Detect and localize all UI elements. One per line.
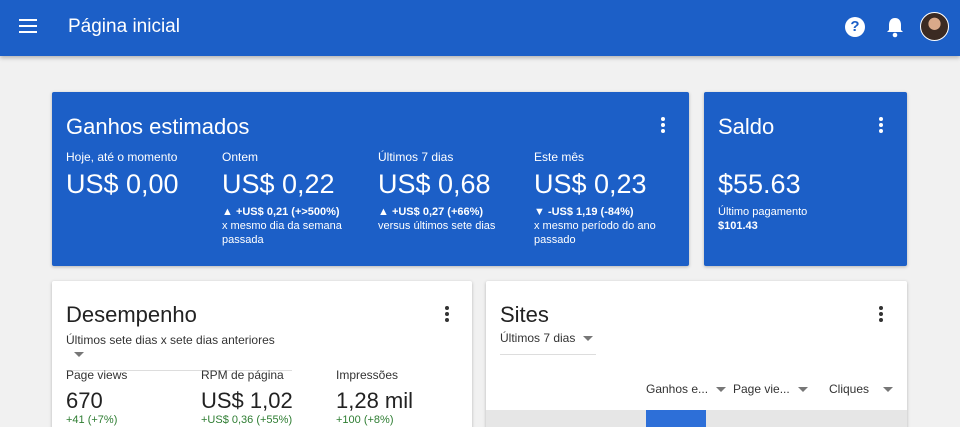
app-bar: Página inicial ? bbox=[0, 0, 960, 56]
column-header-page-views[interactable]: Page vie... bbox=[733, 382, 808, 396]
earnings-value-today: US$ 0,00 bbox=[66, 169, 179, 199]
earnings-delta-month: ▼ -US$ 1,19 (-84%) x mesmo período do ano… bbox=[534, 206, 656, 246]
metric-label-rpm: RPM de página bbox=[201, 368, 284, 382]
metric-value-impressions: 1,28 mil bbox=[336, 388, 414, 413]
metric-value-rpm: US$ 1,02 bbox=[201, 388, 293, 413]
earnings-label-month: Este mês bbox=[534, 150, 585, 164]
sites-range-select[interactable]: Últimos 7 dias bbox=[500, 331, 596, 355]
metric-delta-impressions: +100 (+8%) bbox=[336, 414, 394, 426]
chevron-down-icon bbox=[74, 352, 84, 358]
earnings-label-today: Hoje, até o momento bbox=[66, 150, 178, 164]
column-header-earnings[interactable]: Ganhos e... bbox=[646, 382, 727, 396]
page-title: Página inicial bbox=[68, 16, 180, 37]
performance-card: Desempenho Últimos sete dias x sete dias… bbox=[52, 281, 472, 427]
more-options-icon[interactable] bbox=[879, 306, 883, 322]
earnings-delta-7days: ▲ +US$ 0,27 (+66%) versus últimos sete di… bbox=[378, 206, 496, 232]
more-options-icon[interactable] bbox=[445, 306, 449, 322]
selected-column-indicator bbox=[646, 410, 706, 427]
metric-label-impressions: Impressões bbox=[336, 368, 399, 382]
metric-delta-page-views: +41 (+7%) bbox=[66, 414, 118, 426]
chevron-down-icon bbox=[797, 387, 808, 393]
column-header-clicks[interactable]: Cliques bbox=[829, 382, 894, 396]
bell-icon[interactable] bbox=[885, 16, 905, 38]
metric-label-page-views: Page views bbox=[66, 368, 128, 382]
chevron-down-icon bbox=[883, 387, 894, 393]
earnings-delta-yesterday: ▲ +US$ 0,21 (+>500%) x mesmo dia da seman… bbox=[222, 206, 342, 246]
metric-value-page-views: 670 bbox=[66, 388, 103, 413]
earnings-title: Ganhos estimados bbox=[66, 114, 250, 139]
performance-range-select[interactable]: Últimos sete dias x sete dias anteriores bbox=[66, 333, 292, 371]
avatar[interactable] bbox=[920, 12, 949, 41]
sites-card: Sites Últimos 7 dias bbox=[486, 281, 907, 427]
last-payment: Último pagamento $101.43 bbox=[718, 206, 808, 232]
metric-delta-rpm: +US$ 0,36 (+55%) bbox=[201, 414, 293, 426]
sites-title: Sites bbox=[500, 302, 549, 327]
balance-card: Saldo $55.63 Último pagamento $101.43 bbox=[704, 92, 907, 266]
more-options-icon[interactable] bbox=[879, 117, 883, 133]
balance-title: Saldo bbox=[718, 114, 775, 139]
earnings-card: Ganhos estimados Hoje, até o momento US$… bbox=[52, 92, 689, 266]
performance-title: Desempenho bbox=[66, 302, 197, 327]
help-icon[interactable]: ? bbox=[845, 17, 865, 37]
earnings-label-7days: Últimos 7 dias bbox=[378, 150, 454, 164]
more-options-icon[interactable] bbox=[661, 117, 665, 133]
earnings-value-month: US$ 0,23 bbox=[534, 169, 647, 199]
chevron-down-icon bbox=[716, 387, 727, 393]
earnings-value-yesterday: US$ 0,22 bbox=[222, 169, 335, 199]
chevron-down-icon bbox=[583, 336, 594, 342]
earnings-label-yesterday: Ontem bbox=[222, 150, 259, 164]
sites-table-header-strip bbox=[486, 410, 907, 427]
balance-value: $55.63 bbox=[718, 169, 801, 199]
earnings-value-7days: US$ 0,68 bbox=[378, 169, 491, 199]
menu-icon[interactable] bbox=[19, 19, 37, 33]
